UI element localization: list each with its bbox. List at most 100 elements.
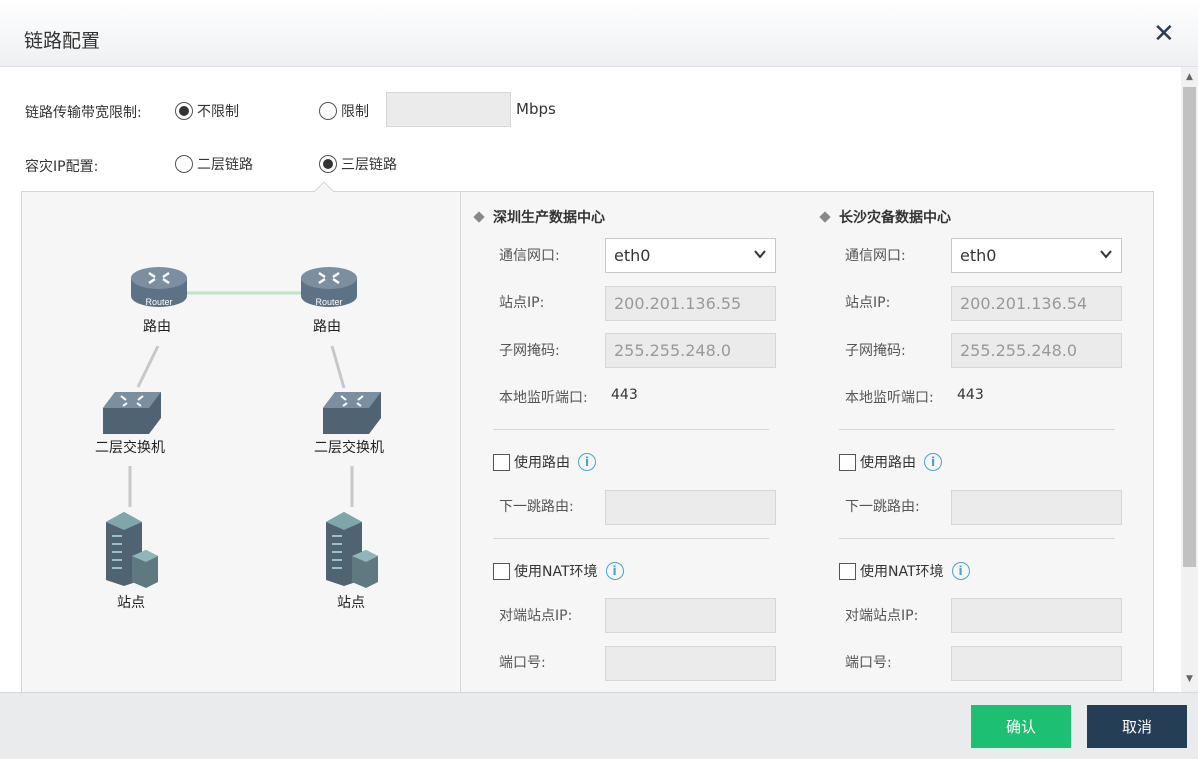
info-icon[interactable]: i [578, 453, 596, 471]
scroll-up-icon[interactable]: ▲ [1181, 69, 1198, 86]
left-switch-label: 二层交换机 [95, 440, 165, 456]
primary-listen-port-value: 443 [611, 387, 638, 403]
primary-site-title: 深圳生产数据中心 [473, 207, 605, 227]
right-switch-label: 二层交换机 [314, 440, 384, 456]
checkbox-label: 使用NAT环境 [514, 564, 598, 580]
radio-checked-icon [319, 155, 337, 173]
bandwidth-input[interactable] [386, 92, 511, 127]
next-hop-label: 下一跳路由: [499, 499, 574, 515]
divider [839, 429, 1115, 430]
dialog-header: 链路配置 ✕ [0, 0, 1198, 67]
backup-port-input[interactable] [951, 646, 1122, 681]
router-icon: Router [301, 267, 357, 307]
primary-interface-select[interactable]: eth0 [605, 238, 776, 273]
divider [839, 538, 1115, 539]
checkbox-label: 使用NAT环境 [860, 564, 944, 580]
info-icon[interactable]: i [605, 562, 624, 580]
radio-label: 不限制 [197, 104, 239, 120]
primary-interface-value: eth0 [614, 246, 651, 265]
bandwidth-label: 链路传输带宽限制: [25, 105, 142, 121]
divider [493, 429, 769, 430]
chevron-down-icon [754, 250, 766, 259]
next-hop-label: 下一跳路由: [845, 499, 920, 515]
panel-pointer [314, 181, 334, 192]
router-icon: Router [131, 267, 187, 307]
port-no-label: 端口号: [845, 655, 892, 671]
info-icon[interactable]: i [951, 562, 970, 580]
interface-label: 通信网口: [845, 248, 906, 264]
checkbox-label: 使用路由 [860, 455, 916, 471]
interface-label: 通信网口: [499, 248, 560, 264]
site-config-area: 深圳生产数据中心 通信网口: eth0 站点IP: 200.201.136.55… [461, 192, 1153, 692]
topology-diagram: Router 路由 Router 路由 二层交换机 二层交换机 站点 站点 [22, 192, 461, 692]
svg-text:Router: Router [145, 297, 172, 307]
peer-ip-label: 对端站点IP: [499, 608, 573, 624]
checkbox-icon [839, 453, 856, 471]
diamond-icon [473, 211, 485, 223]
primary-site-ip-field: 200.201.136.55 [605, 286, 776, 321]
backup-use-nat-checkbox[interactable]: 使用NAT环境 i [839, 561, 970, 581]
backup-next-hop-input[interactable] [951, 490, 1122, 525]
dr-l3-radio[interactable]: 三层链路 [319, 154, 397, 174]
right-site-label: 站点 [337, 595, 365, 611]
backup-site-title-text: 长沙灾备数据中心 [839, 210, 951, 226]
primary-use-nat-checkbox[interactable]: 使用NAT环境 i [493, 561, 624, 581]
cancel-button[interactable]: 取消 [1087, 705, 1187, 748]
switch-icon [323, 392, 381, 434]
radio-checked-icon [175, 102, 193, 120]
subnet-label: 子网掩码: [499, 343, 560, 359]
primary-peer-ip-input[interactable] [605, 598, 776, 633]
dr-l2-radio[interactable]: 二层链路 [175, 154, 253, 174]
close-icon[interactable]: ✕ [1153, 21, 1179, 48]
scrollbar-thumb[interactable] [1183, 87, 1196, 567]
listen-port-label: 本地监听端口: [499, 390, 588, 406]
site-ip-label: 站点IP: [845, 295, 891, 311]
site-ip-label: 站点IP: [499, 295, 545, 311]
diamond-icon [819, 211, 831, 223]
backup-site-config: 长沙灾备数据中心 通信网口: eth0 站点IP: 200.201.136.54… [807, 192, 1127, 692]
backup-site-title: 长沙灾备数据中心 [819, 207, 951, 227]
dialog-footer: 确认 取消 [0, 692, 1198, 759]
left-site-label: 站点 [117, 595, 145, 611]
bandwidth-limited-radio[interactable]: 限制 [319, 101, 369, 121]
backup-interface-value: eth0 [960, 246, 997, 265]
link-config-dialog: 链路配置 ✕ 链路传输带宽限制: 不限制 限制 Mbps 容灾IP配置: 二层链… [0, 0, 1198, 759]
checkbox-icon [493, 453, 510, 471]
checkbox-label: 使用路由 [514, 455, 570, 471]
backup-subnet-field: 255.255.248.0 [951, 333, 1122, 368]
radio-label: 限制 [341, 104, 369, 120]
backup-site-ip-field: 200.201.136.54 [951, 286, 1122, 321]
bandwidth-unlimited-radio[interactable]: 不限制 [175, 101, 239, 121]
backup-peer-ip-input[interactable] [951, 598, 1122, 633]
backup-use-route-checkbox[interactable]: 使用路由 i [839, 452, 942, 472]
building-icon [106, 512, 158, 588]
radio-label: 三层链路 [341, 157, 397, 173]
radio-unchecked-icon [319, 102, 337, 120]
switch-icon [103, 392, 161, 434]
backup-interface-select[interactable]: eth0 [951, 238, 1122, 273]
primary-next-hop-input[interactable] [605, 490, 776, 525]
primary-use-route-checkbox[interactable]: 使用路由 i [493, 452, 596, 472]
left-router-label: 路由 [143, 319, 171, 335]
backup-listen-port-value: 443 [957, 387, 984, 403]
bandwidth-unit: Mbps [516, 100, 556, 118]
scroll-down-icon[interactable]: ▼ [1181, 671, 1198, 688]
building-icon [326, 512, 378, 588]
config-panel: Router 路由 Router 路由 二层交换机 二层交换机 站点 站点 深圳… [21, 191, 1154, 692]
svg-text:Router: Router [315, 297, 342, 307]
divider [493, 538, 769, 539]
peer-ip-label: 对端站点IP: [845, 608, 919, 624]
primary-subnet-field: 255.255.248.0 [605, 333, 776, 368]
dialog-body: 链路传输带宽限制: 不限制 限制 Mbps 容灾IP配置: 二层链路 三层链路 [0, 67, 1181, 692]
checkbox-icon [493, 562, 510, 580]
primary-port-input[interactable] [605, 646, 776, 681]
vertical-scrollbar[interactable]: ▲ ▼ [1181, 67, 1198, 692]
radio-label: 二层链路 [197, 157, 253, 173]
listen-port-label: 本地监听端口: [845, 390, 934, 406]
subnet-label: 子网掩码: [845, 343, 906, 359]
radio-unchecked-icon [175, 155, 193, 173]
primary-site-config: 深圳生产数据中心 通信网口: eth0 站点IP: 200.201.136.55… [461, 192, 781, 692]
confirm-button[interactable]: 确认 [971, 705, 1071, 748]
info-icon[interactable]: i [924, 453, 942, 471]
chevron-down-icon [1100, 250, 1112, 259]
